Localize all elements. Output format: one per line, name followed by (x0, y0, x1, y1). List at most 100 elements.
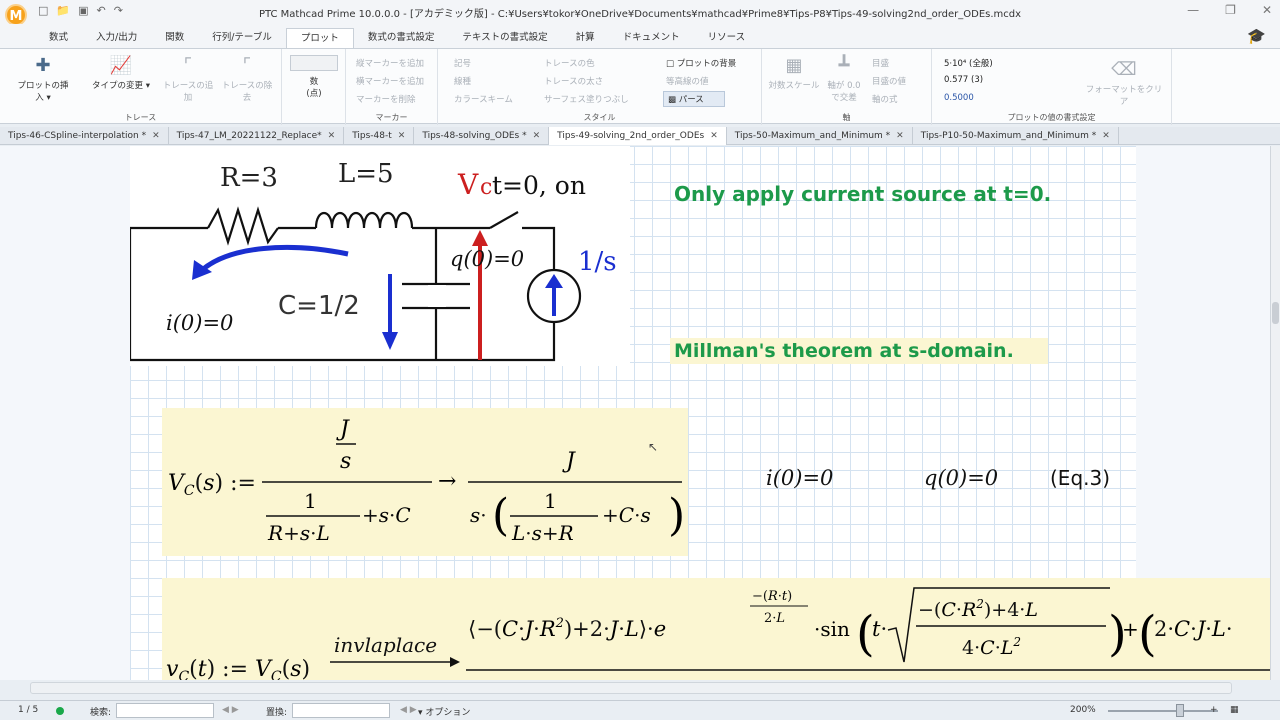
insert-plot-button[interactable]: ✚ プロットの挿入 ▾ (14, 55, 72, 103)
vertical-scrollbar[interactable] (1270, 146, 1280, 680)
delete-marker[interactable]: マーカーを削除 (356, 93, 416, 105)
add-trace-button[interactable]: ⌜ トレースの追加 (160, 55, 216, 103)
document-tab-label: Tips-49-solving_2nd_order_ODEs (557, 131, 705, 141)
symbol-dropdown[interactable]: 記号 (454, 57, 471, 69)
format-precision-stepper[interactable]: 0.577 (3) (944, 75, 983, 85)
eq3-q0[interactable]: q(0)=0 (924, 466, 998, 490)
note-millman[interactable]: Millman's theorem at s-domain. (670, 338, 1048, 364)
document-tab[interactable]: Tips-46-CSpline-interpolation * ✕ (0, 127, 169, 145)
ribbon-tab[interactable]: テキストの書式設定 (448, 28, 561, 48)
search-input[interactable] (116, 703, 214, 718)
zoom-slider[interactable] (1108, 710, 1218, 712)
status-bar: 1 / 5 検索: ◀ ▶ 置換: ◀ ▶ ▾ オプション 200% + ▦ (0, 700, 1280, 720)
inverse-laplace-box[interactable]: vC(t) := VC(s) invlaplace ⟨−(C·J·R2)+2·J… (162, 578, 1270, 680)
eq1-lparen: ( (492, 490, 509, 541)
search-nav-icon[interactable]: ◀ ▶ (222, 705, 239, 715)
calc-status-icon (56, 707, 64, 715)
ribbon-tab[interactable]: ドキュメント (609, 28, 694, 48)
eq1-one2: 1 (544, 489, 557, 513)
close-tab-icon[interactable]: ✕ (398, 131, 406, 141)
zoom-level[interactable]: 200% (1070, 705, 1096, 715)
switch-time-label: t=0, on (492, 171, 586, 200)
ribbon-tab[interactable]: 数式の書式設定 (354, 28, 449, 48)
zoom-slider-thumb[interactable] (1176, 704, 1184, 717)
grid-value-button[interactable]: 目盛の値 (872, 75, 906, 87)
document-tab[interactable]: Tips-50-Maximum_and_Minimum * ✕ (727, 127, 913, 145)
ribbon-tab[interactable]: 数式 (35, 28, 82, 48)
ribbon-tab[interactable]: プロット (285, 28, 354, 48)
axes-cross-icon: ┻ (838, 55, 850, 76)
replace-nav-icon[interactable]: ◀ ▶ (400, 705, 417, 715)
source-value-label: 1/s (578, 247, 617, 277)
points-dropdown[interactable] (290, 55, 338, 71)
ribbon-tab[interactable]: 計算 (562, 28, 609, 48)
loop-current-arrow (200, 244, 349, 272)
circuit-svg: R=3 L=5 V c t=0, on C=1/2 q(0)=0 i(0)=0 … (128, 159, 617, 362)
close-tab-icon[interactable]: ✕ (152, 131, 160, 141)
document-tab-label: Tips-48-solving_ODEs * (422, 131, 527, 141)
trace-color-dropdown[interactable]: トレースの色 (544, 57, 595, 69)
resistor-label: R=3 (220, 163, 278, 193)
close-tab-icon[interactable]: ✕ (896, 131, 904, 141)
trace-size-dropdown[interactable]: トレースの太さ (544, 75, 603, 87)
eq3-i0[interactable]: i(0)=0 (766, 466, 833, 490)
document-tab[interactable]: Tips-48-solving_ODEs * ✕ (414, 127, 550, 145)
color-scheme-dropdown[interactable]: カラースキーム (454, 93, 513, 105)
equation-2-svg: vC(t) := VC(s) invlaplace ⟨−(C·J·R2)+2·J… (166, 587, 1270, 680)
log-scale-button[interactable]: ▦ 対数スケール (768, 55, 820, 91)
axes-cross-button[interactable]: ┻ 軸が 0.0 で交差 (826, 55, 862, 103)
marker-group-title: マーカー (375, 113, 408, 122)
document-tab[interactable]: Tips-49-solving_2nd_order_ODEs ✕ (549, 127, 727, 145)
mouse-cursor-icon: ↖ (648, 440, 659, 454)
ribbon-tab[interactable]: 入力/出力 (82, 28, 151, 48)
document-tab[interactable]: Tips-48-t ✕ (344, 127, 415, 145)
fit-page-icon[interactable]: ▦ (1230, 705, 1239, 715)
remove-trace-button[interactable]: ⌜ トレースの除去 (218, 55, 276, 103)
replace-input[interactable] (292, 703, 390, 718)
close-icon[interactable]: ✕ (1262, 3, 1272, 17)
eq1-s: s (340, 449, 351, 474)
close-tab-icon[interactable]: ✕ (328, 131, 336, 141)
restore-icon[interactable]: ❐ (1225, 3, 1236, 17)
replace-label: 置換: (266, 708, 288, 718)
eq1-cs: +C·s (602, 503, 651, 527)
document-tab-label: Tips-47_LM_20221122_Replace* (176, 131, 322, 141)
add-horizontal-marker[interactable]: 横マーカーを追加 (356, 75, 424, 87)
close-tab-icon[interactable]: ✕ (1102, 131, 1110, 141)
minimize-icon[interactable]: — (1187, 3, 1199, 17)
ribbon-tab[interactable]: 関数 (151, 28, 198, 48)
document-tab-label: Tips-P10-50-Maximum_and_Minimum * (920, 131, 1097, 141)
line-type-dropdown[interactable]: 線種 (454, 75, 471, 87)
eq3-label[interactable]: (Eq.3) (1050, 466, 1110, 490)
document-tab[interactable]: Tips-47_LM_20221122_Replace* ✕ (169, 127, 345, 145)
clear-format-button[interactable]: ⌫ フォーマットをクリア (1082, 59, 1166, 107)
value-format-group-title: プロットの値の書式設定 (1007, 113, 1096, 122)
options-button[interactable]: ▾ オプション (418, 705, 470, 718)
surface-fill-dropdown[interactable]: サーフェス塗りつぶし (544, 93, 629, 105)
note-current-source[interactable]: Only apply current source at t=0. (674, 182, 1051, 206)
add-vertical-marker[interactable]: 縦マーカーを追加 (356, 57, 424, 69)
eq2-plus: + (1122, 617, 1139, 641)
window-title: PTC Mathcad Prime 10.0.0.0 - [アカデミック版] -… (258, 9, 1022, 20)
academic-cap-icon[interactable]: 🎓 (1247, 27, 1266, 45)
eq1-s2: s· (470, 503, 487, 527)
close-tab-icon[interactable]: ✕ (533, 131, 541, 141)
window-controls: — ❐ ✕ (1187, 3, 1272, 17)
contour-value-button[interactable]: 等高線の値 (666, 75, 709, 87)
axis-expression-button[interactable]: 軸の式 (872, 93, 898, 105)
perspective-button[interactable]: ▩ パース (663, 91, 725, 107)
ribbon-tab[interactable]: リソース (694, 28, 760, 48)
vertical-scroll-thumb[interactable] (1272, 302, 1279, 324)
laplace-equation-box[interactable]: VC(s) := J s 1 R+s·L +s·C → J s· ( 1 L·s… (162, 408, 688, 556)
zoom-in-icon[interactable]: + (1210, 705, 1218, 715)
horizontal-scrollbar[interactable] (30, 682, 1232, 694)
document-tab[interactable]: Tips-P10-50-Maximum_and_Minimum * ✕ (913, 127, 1119, 145)
circuit-diagram[interactable]: R=3 L=5 V c t=0, on C=1/2 q(0)=0 i(0)=0 … (128, 146, 630, 366)
log-grid-icon: ▦ (785, 55, 803, 76)
grid-button[interactable]: 目盛 (872, 57, 889, 69)
close-tab-icon[interactable]: ✕ (710, 131, 718, 141)
format-general-dropdown[interactable]: 5·10⁴ (全般) (944, 57, 993, 69)
ribbon-tab[interactable]: 行列/テーブル (198, 28, 286, 48)
change-type-button[interactable]: 📈 タイプの変更 ▾ (90, 55, 152, 91)
plot-background-dropdown[interactable]: □ プロットの背景 (666, 57, 736, 69)
